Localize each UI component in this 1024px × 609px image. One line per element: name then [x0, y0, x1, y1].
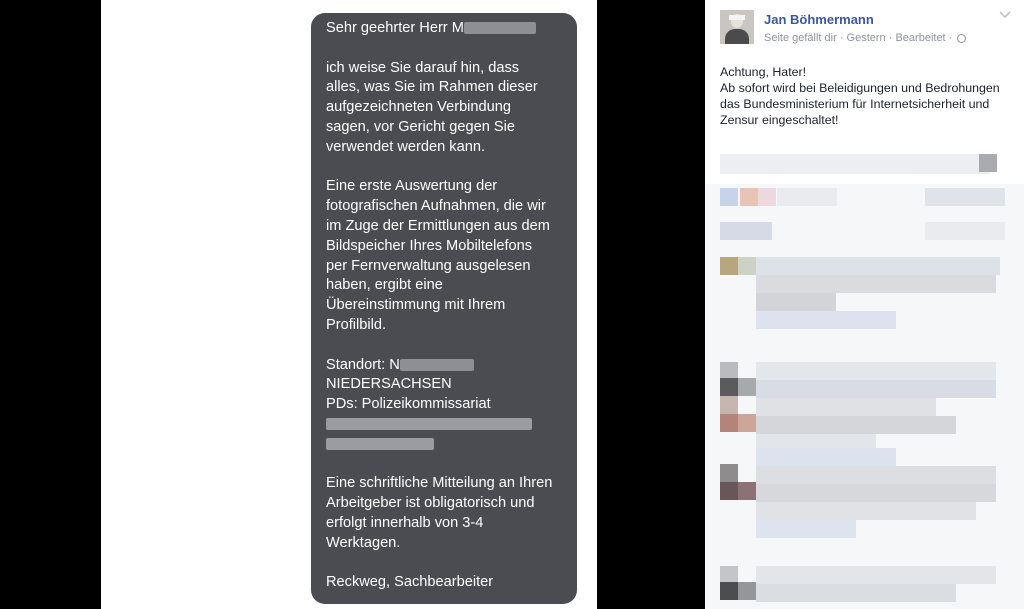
chevron-down-icon[interactable] — [999, 10, 1011, 22]
post-meta: Seite gefällt dir · Gestern · Bearbeitet… — [764, 32, 967, 44]
post-line: Ab sofort wird bei Beleidigungen und Bed… — [720, 81, 1000, 95]
avatar[interactable] — [720, 10, 754, 44]
post-author[interactable]: Jan Böhmermann — [764, 12, 874, 27]
redacted-name — [463, 22, 536, 35]
facebook-post: Jan Böhmermann Seite gefällt dir · Geste… — [705, 0, 1024, 609]
post-line: Achtung, Hater! — [720, 65, 807, 79]
post-line: Zensur eingeschaltet! — [720, 113, 839, 127]
redacted-location — [399, 358, 474, 371]
edited-label[interactable]: Bearbeitet — [895, 32, 945, 44]
message-paragraph-3: Standort: N NIEDERSACHSEN PDs: Polizeiko… — [326, 356, 565, 455]
redacted-address — [326, 418, 532, 431]
divider — [597, 0, 705, 609]
message-panel: Sehr geehrter Herr M ich weise Sie darau… — [101, 0, 597, 609]
liked-label[interactable]: Seite gefällt dir — [764, 32, 837, 44]
message-paragraph-1: ich weise Sie darauf hin, dass alles, wa… — [326, 59, 538, 155]
message-paragraph-4: Eine schriftliche Mitteilung an Ihren Ar… — [326, 475, 553, 551]
post-text: Achtung, Hater! Ab sofort wird bei Belei… — [720, 64, 1020, 128]
message-greeting: Sehr geehrter Herr M — [326, 19, 565, 39]
blurred-comments — [705, 150, 1024, 609]
message-paragraph-2: Eine erste Auswertung der fotografischen… — [326, 178, 550, 333]
globe-icon[interactable] — [957, 33, 967, 43]
message-signature: Reckweg, Sachbearbeiter — [326, 574, 494, 591]
message-bubble: Sehr geehrter Herr M ich weise Sie darau… — [311, 13, 577, 604]
redacted-postcode — [326, 437, 434, 450]
post-line: das Bundesministerium für Internetsicher… — [720, 97, 990, 111]
post-time[interactable]: Gestern — [847, 32, 886, 44]
